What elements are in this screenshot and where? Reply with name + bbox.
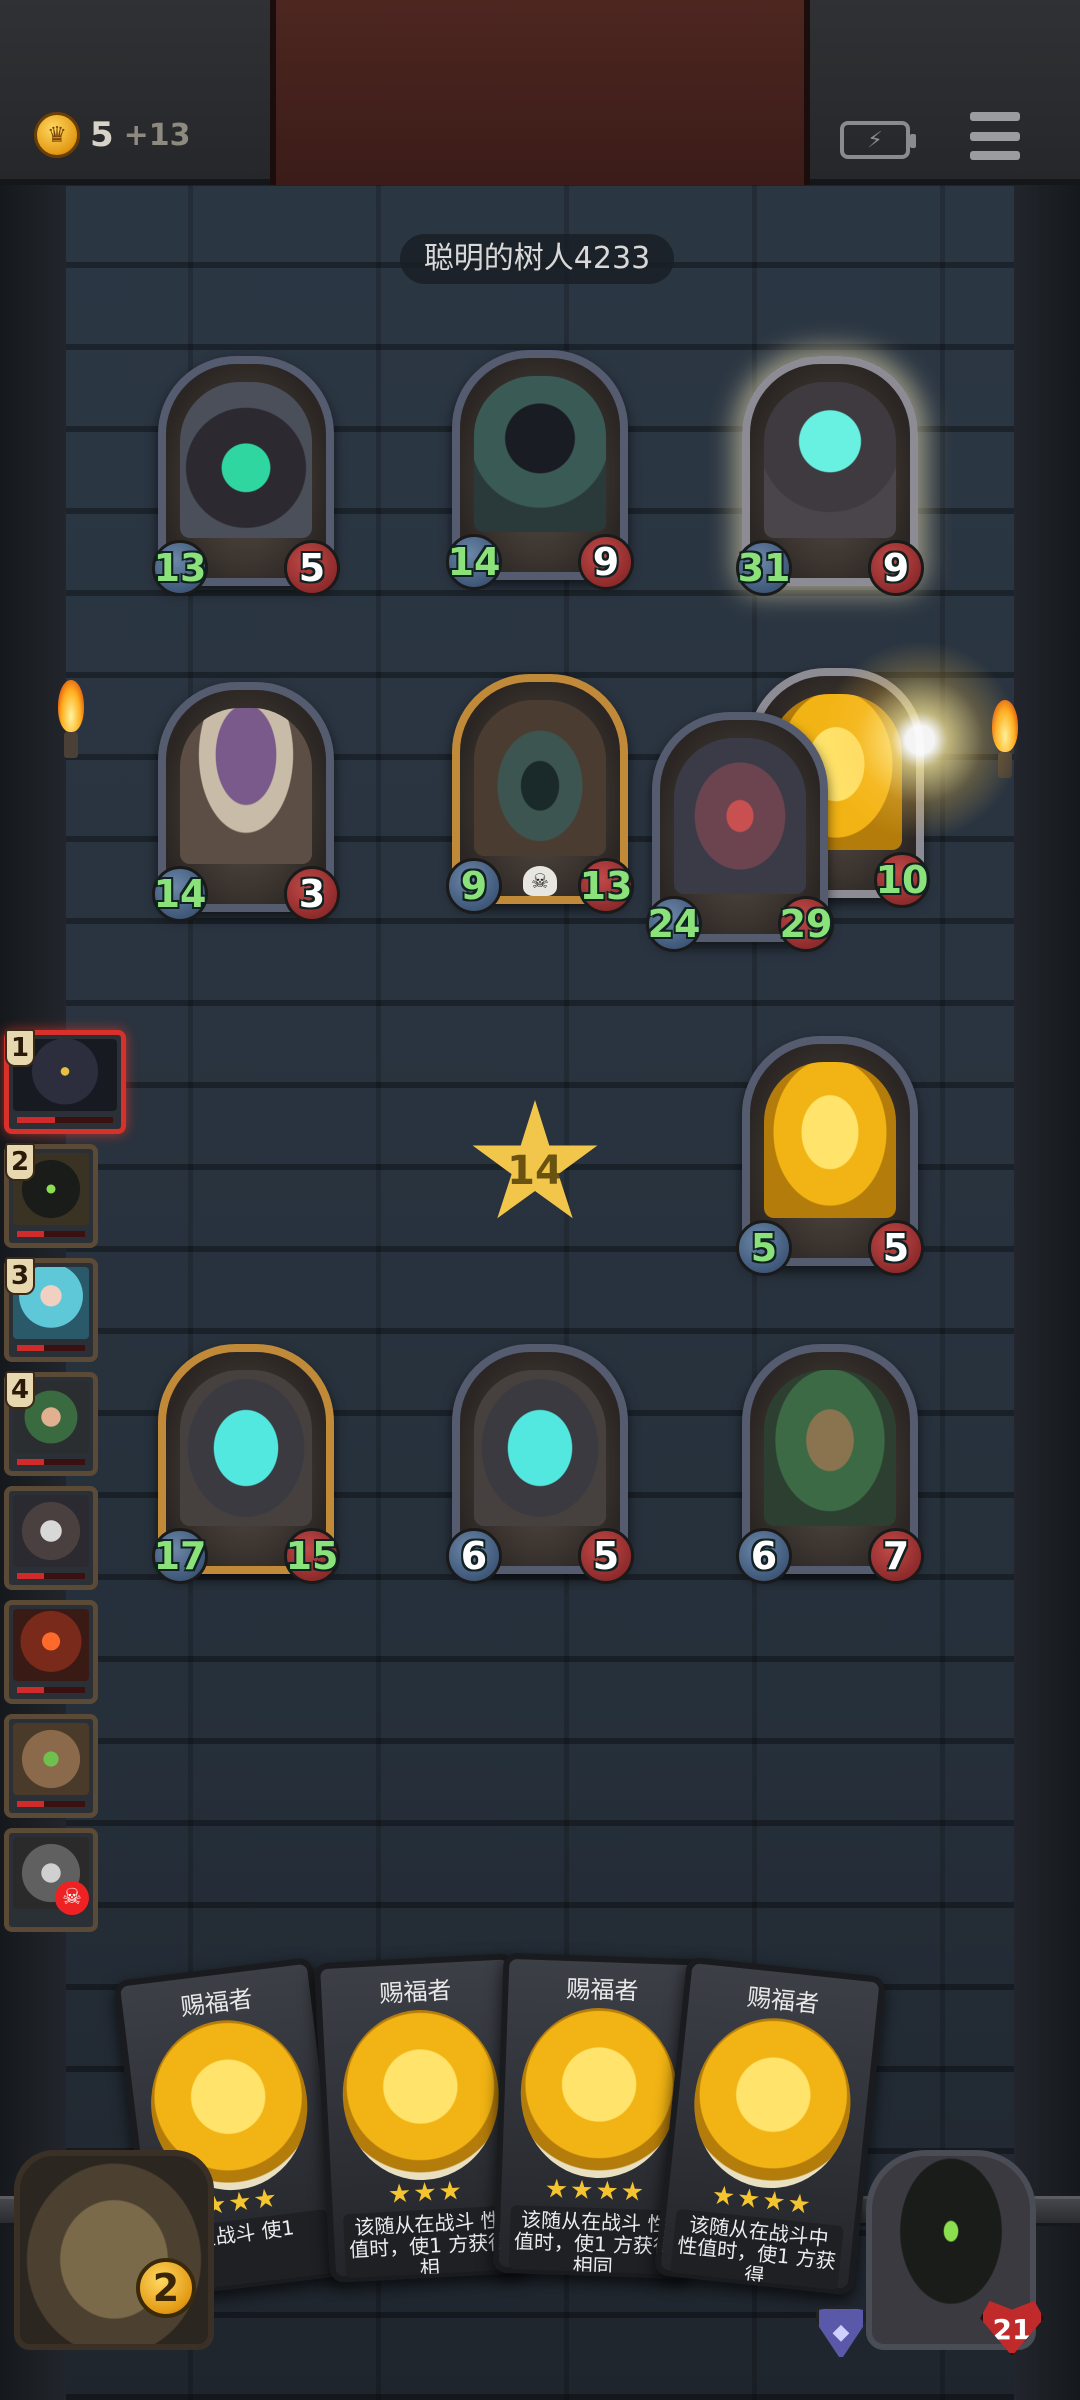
attack-stat: 14 — [446, 534, 502, 590]
health-stat: 5 — [284, 540, 340, 596]
card-name: 赐福者 — [565, 1974, 639, 2006]
attack-stat: 5 — [736, 1220, 792, 1276]
chest-monster-portrait — [474, 700, 606, 856]
demon-portrait — [180, 382, 312, 538]
eliminated-skull-icon: ☠ — [55, 1881, 89, 1915]
health-stat: 9 — [868, 540, 924, 596]
attack-stat: 14 — [152, 866, 208, 922]
order-item[interactable]: 1 — [4, 1029, 126, 1134]
enemy-minion[interactable]: 24 29 — [646, 712, 834, 952]
order-item[interactable] — [4, 1714, 98, 1818]
player-minion[interactable]: 17 15 — [152, 1344, 340, 1584]
card-art — [338, 2006, 504, 2184]
treant-portrait — [764, 1370, 896, 1526]
health-stat: 15 — [284, 1528, 340, 1584]
order-item[interactable] — [4, 1486, 98, 1590]
menu-line-icon — [970, 131, 1020, 141]
right-wall-edge — [1014, 0, 1080, 2400]
enemy-minion[interactable]: 14 9 — [446, 350, 634, 590]
opponent-name: 聪明的树人4233 — [400, 234, 674, 284]
attack-stat: 17 — [152, 1528, 208, 1584]
card-description: 该随从在战斗 性值时，使1 方获得相同 — [508, 2205, 679, 2275]
order-number: 4 — [5, 1371, 35, 1409]
deck-count: 2 — [136, 2258, 196, 2318]
card-description: 该随从在战斗 性值时，使1 方获得相 — [342, 2205, 515, 2279]
hound-portrait — [674, 738, 806, 894]
turn-order-list: 1 2 3 4 ☠ — [4, 1029, 126, 1942]
health-stat: 7 — [868, 1528, 924, 1584]
spirit-portrait — [764, 382, 896, 538]
gold-income: +13 — [123, 117, 191, 153]
player-minion[interactable]: 6 5 — [446, 1344, 634, 1584]
top-door — [270, 0, 810, 185]
health-stat: 29 — [778, 896, 834, 952]
health-stat: 5 — [578, 1528, 634, 1584]
menu-line-icon — [970, 112, 1020, 121]
player-minion[interactable]: 6 7 — [736, 1344, 924, 1584]
enemy-minion[interactable]: ☠ 9 13 — [446, 674, 634, 914]
enemy-minion[interactable]: 14 3 — [152, 682, 340, 922]
health-stat: 10 — [874, 852, 930, 908]
menu-line-icon — [970, 151, 1020, 160]
golden-minion-portrait — [764, 1062, 896, 1218]
mushroom-portrait — [180, 708, 312, 864]
order-number: 3 — [5, 1257, 35, 1295]
gold-value: 5 — [90, 115, 114, 155]
menu-button[interactable] — [970, 112, 1020, 160]
ghost-portrait — [180, 1370, 312, 1526]
card-name: 赐福者 — [745, 1983, 821, 2019]
attack-stat: 31 — [736, 540, 792, 596]
reaper-portrait — [474, 376, 606, 532]
crown-coin-icon: ♛ — [34, 112, 80, 158]
order-item[interactable]: 4 — [4, 1371, 98, 1476]
attack-stat: 6 — [736, 1528, 792, 1584]
tavern-deck[interactable] — [14, 2150, 214, 2350]
card-name: 赐福者 — [378, 1976, 453, 2009]
order-number: 1 — [5, 1029, 35, 1067]
turn-timer-value: 14 — [507, 1148, 563, 1194]
card-art — [517, 2005, 680, 2181]
health-stat: 13 — [578, 858, 634, 914]
fire-hero-portrait — [13, 1609, 89, 1681]
enemy-minion[interactable]: 13 5 — [152, 356, 340, 596]
player-minion[interactable]: 5 5 — [736, 1036, 924, 1276]
attack-stat: 24 — [646, 896, 702, 952]
ghost-portrait — [474, 1370, 606, 1526]
order-item[interactable]: 2 — [4, 1143, 98, 1248]
hand-card[interactable]: 赐福者 ★★★★ 该随从在战斗中 性值时，使1 方获得 — [653, 1956, 887, 2296]
order-item[interactable]: ☠ — [4, 1828, 98, 1932]
gold-counter: ♛ 5 +13 — [34, 112, 191, 158]
order-item[interactable]: 3 — [4, 1257, 98, 1362]
card-art — [685, 2010, 859, 2196]
health-stat: 9 — [578, 534, 634, 590]
attack-stat: 9 — [446, 858, 502, 914]
enemy-minion[interactable]: 31 9 — [736, 356, 924, 596]
order-item[interactable] — [4, 1600, 98, 1704]
health-stat: 5 — [868, 1220, 924, 1276]
wizard-hero-portrait — [13, 1495, 89, 1567]
attack-stat: 13 — [152, 540, 208, 596]
battery-saver-icon[interactable]: ⚡ — [840, 121, 916, 159]
attack-impact-flash — [820, 640, 1020, 840]
order-number: 2 — [5, 1143, 35, 1181]
attack-stat: 6 — [446, 1528, 502, 1584]
skull-icon: ☠ — [523, 866, 557, 896]
health-stat: 3 — [284, 866, 340, 922]
beast-hero-portrait — [13, 1723, 89, 1795]
torch-icon — [54, 680, 88, 758]
